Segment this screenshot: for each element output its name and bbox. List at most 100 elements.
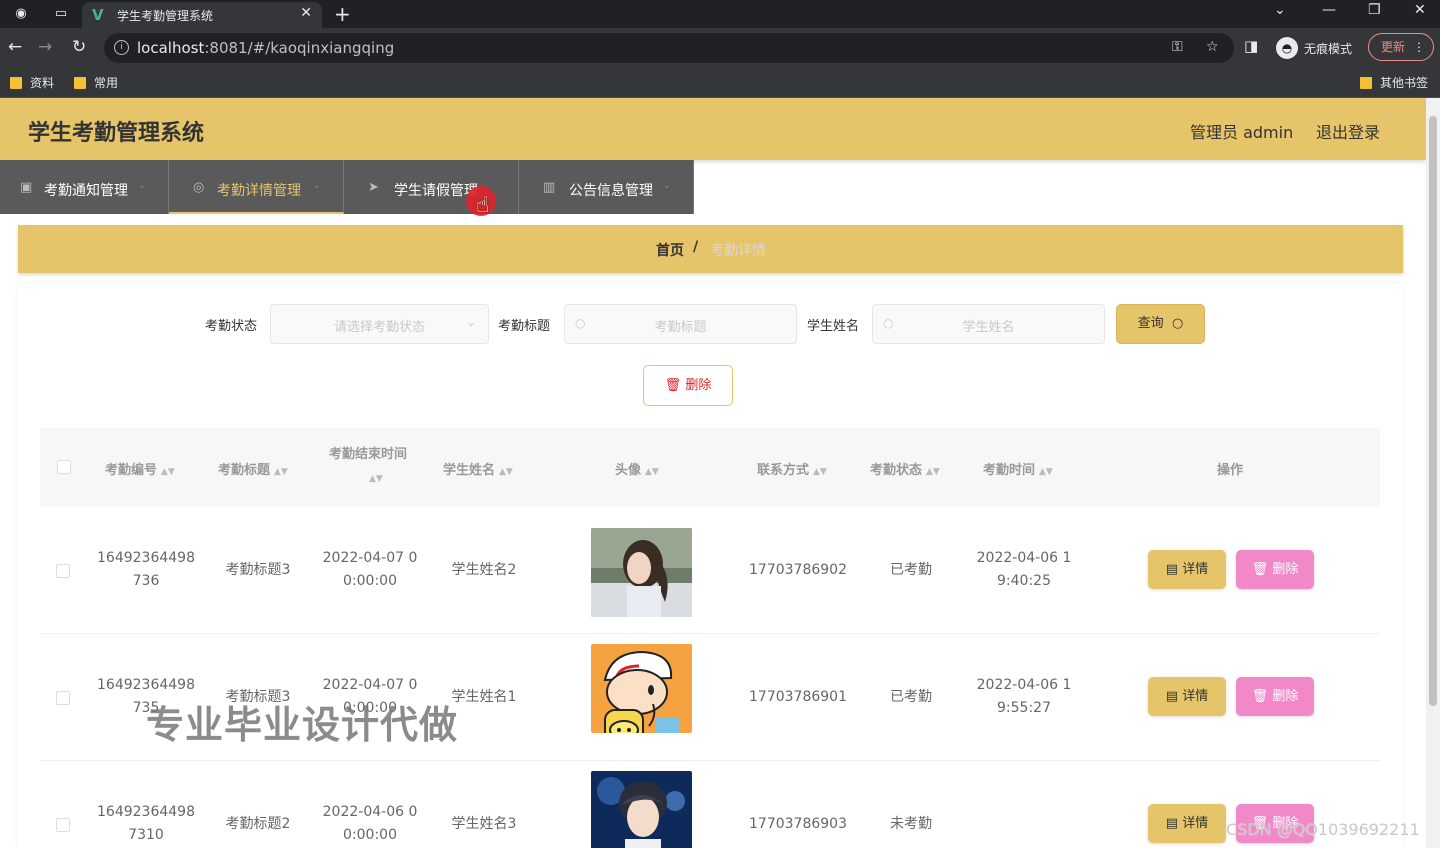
- scrollbar-thumb[interactable]: [1429, 116, 1437, 706]
- csdn-watermark: CSDN @QQ1039692211: [1226, 820, 1420, 839]
- window-close-icon[interactable]: ✕: [1414, 2, 1426, 18]
- logout-button[interactable]: 退出登录: [1316, 119, 1380, 143]
- document-icon: ▤: [1165, 689, 1183, 704]
- tab-title: 学生考勤管理系统: [117, 9, 214, 23]
- delete-button[interactable]: 🗑︎ 删除: [1236, 677, 1314, 716]
- send-icon: ➤: [368, 180, 379, 195]
- cell-id: 16492364498 736: [97, 550, 195, 589]
- cell-id: 16492364498 7310: [97, 804, 195, 843]
- incognito-icon: ◓: [1276, 37, 1298, 59]
- tab-search-icon[interactable]: ▭: [52, 5, 70, 23]
- title-placeholder: 考勤标题: [654, 320, 707, 335]
- incognito-label: 无痕模式: [1304, 42, 1353, 56]
- tab-close-icon[interactable]: ✕: [300, 5, 312, 21]
- table-row: 16492364498 736 考勤标题3 2022-04-07 0 0:00:00…: [40, 507, 1380, 634]
- cell-status: 未考勤: [890, 816, 932, 832]
- delete-button[interactable]: 🗑︎ 删除: [1236, 550, 1314, 589]
- status-label: 考勤状态: [205, 319, 258, 334]
- menu-label: 公告信息管理: [569, 183, 653, 199]
- sort-icon[interactable]: ▲▼: [365, 470, 383, 485]
- forward-icon[interactable]: →: [38, 37, 52, 57]
- chevron-down-icon: ⌄: [465, 315, 476, 329]
- cell-status: 已考勤: [890, 562, 932, 578]
- chevron-down-icon: ⌄: [137, 180, 146, 191]
- cell-time: 2022-04-06 1 9:40:25: [976, 550, 1072, 589]
- bookmarks-bar: 资料 常用 其他书签: [0, 68, 1440, 98]
- search-icon: ○: [1167, 316, 1184, 331]
- more-menu-icon[interactable]: ⋮: [1413, 34, 1425, 60]
- cell-time: [966, 801, 1082, 824]
- bookmark-star-icon[interactable]: ☆: [1206, 39, 1219, 55]
- bookmark-folder[interactable]: 资料: [10, 74, 54, 92]
- restore-icon[interactable]: ❐: [1368, 2, 1381, 18]
- breadcrumb-current: 考勤详情: [710, 243, 766, 259]
- batch-delete-button[interactable]: 🗑︎ 删除: [643, 365, 733, 406]
- row-checkbox[interactable]: [56, 564, 70, 578]
- other-bookmarks[interactable]: 其他书签: [1360, 74, 1428, 92]
- cell-name: 学生姓名3: [451, 816, 517, 832]
- col-avatar[interactable]: 头像 ▲▼: [615, 459, 659, 478]
- name-placeholder: 学生姓名: [962, 320, 1015, 335]
- cell-title: 考勤标题3: [225, 562, 291, 578]
- col-phone[interactable]: 联系方式 ▲▼: [757, 459, 827, 478]
- vue-favicon-icon: V: [92, 6, 104, 24]
- key-icon[interactable]: ⚿: [1172, 39, 1183, 55]
- student-avatar: [591, 644, 692, 733]
- breadcrumb-separator: /: [693, 239, 699, 255]
- col-name[interactable]: 学生姓名 ▲▼: [443, 459, 513, 478]
- page-scrollbar[interactable]: [1426, 98, 1440, 848]
- col-ops: 操作: [1217, 463, 1244, 478]
- col-status[interactable]: 考勤状态 ▲▼: [870, 459, 940, 478]
- menu-item-attendance-detail[interactable]: ◎ 考勤详情管理 ⌄: [169, 160, 344, 214]
- cell-end-time: 2022-04-06 0 0:00:00: [322, 804, 418, 843]
- col-end-time[interactable]: 考勤结束时间: [329, 443, 407, 462]
- title-input[interactable]: ○ 考勤标题: [564, 304, 797, 344]
- select-all-checkbox[interactable]: [57, 460, 71, 474]
- row-checkbox[interactable]: [56, 818, 70, 832]
- detail-button[interactable]: ▤ 详情: [1148, 677, 1226, 716]
- menu-item-attendance-notice[interactable]: ▣ 考勤通知管理 ⌄: [0, 160, 169, 214]
- update-label: 更新: [1381, 40, 1406, 54]
- chevron-down-icon: ⌄: [312, 180, 321, 191]
- cell-phone: 17703786901: [749, 689, 847, 705]
- status-placeholder: 请选择考勤状态: [333, 320, 425, 335]
- col-title[interactable]: 考勤标题 ▲▼: [218, 459, 288, 478]
- menu-label: 考勤通知管理: [44, 183, 128, 199]
- col-time[interactable]: 考勤时间 ▲▼: [983, 459, 1053, 478]
- breadcrumb-home[interactable]: 首页: [656, 240, 684, 260]
- site-info-icon[interactable]: i: [114, 40, 129, 55]
- tab-list-chevron-icon[interactable]: ⌄: [1274, 2, 1286, 18]
- browser-tab[interactable]: V 学生考勤管理系统 ✕: [82, 2, 322, 28]
- browser-menu-icon[interactable]: ◉: [12, 5, 30, 23]
- address-bar[interactable]: i localhost:8081/#/kaoqinxiangqing ⚿ ☆: [104, 33, 1234, 63]
- cell-phone: 17703786902: [749, 562, 847, 578]
- breadcrumb: 首页 / 考勤详情: [18, 225, 1403, 273]
- browser-toolbar: ← → ↻ i localhost:8081/#/kaoqinxiangqing…: [0, 28, 1440, 68]
- hand-cursor-icon: ☝: [476, 193, 490, 218]
- admin-user: 管理员 admin: [1190, 123, 1294, 142]
- back-icon[interactable]: ←: [8, 37, 22, 57]
- col-id[interactable]: 考勤编号 ▲▼: [105, 459, 175, 478]
- menu-item-announcement[interactable]: ▥ 公告信息管理 ⌄: [519, 160, 694, 214]
- sidebar-icon[interactable]: ◨: [1244, 37, 1258, 55]
- detail-button[interactable]: ▤ 详情: [1148, 804, 1226, 843]
- query-button[interactable]: 查询 ○: [1116, 304, 1205, 344]
- trash-icon: 🗑︎: [664, 378, 682, 393]
- detail-button[interactable]: ▤ 详情: [1148, 550, 1226, 589]
- row-checkbox[interactable]: [56, 691, 70, 705]
- reload-icon[interactable]: ↻: [72, 37, 86, 57]
- document-icon: ▤: [1165, 816, 1183, 831]
- trash-icon: 🗑︎: [1251, 689, 1273, 704]
- new-tab-icon[interactable]: +: [334, 2, 351, 26]
- cell-title: 考勤标题2: [225, 816, 291, 832]
- update-button[interactable]: 更新 ⋮: [1368, 33, 1434, 61]
- checkbox-icon: ▣: [20, 180, 33, 195]
- name-label: 学生姓名: [807, 319, 860, 334]
- title-label: 考勤标题: [498, 319, 551, 334]
- name-input[interactable]: ○ 学生姓名: [872, 304, 1105, 344]
- cell-time: 2022-04-06 1 9:55:27: [976, 677, 1072, 716]
- status-select[interactable]: 请选择考勤状态 ⌄: [270, 304, 489, 344]
- menu-label: 考勤详情管理: [217, 183, 301, 199]
- bookmark-folder[interactable]: 常用: [74, 74, 118, 92]
- minimize-icon[interactable]: —: [1322, 2, 1336, 18]
